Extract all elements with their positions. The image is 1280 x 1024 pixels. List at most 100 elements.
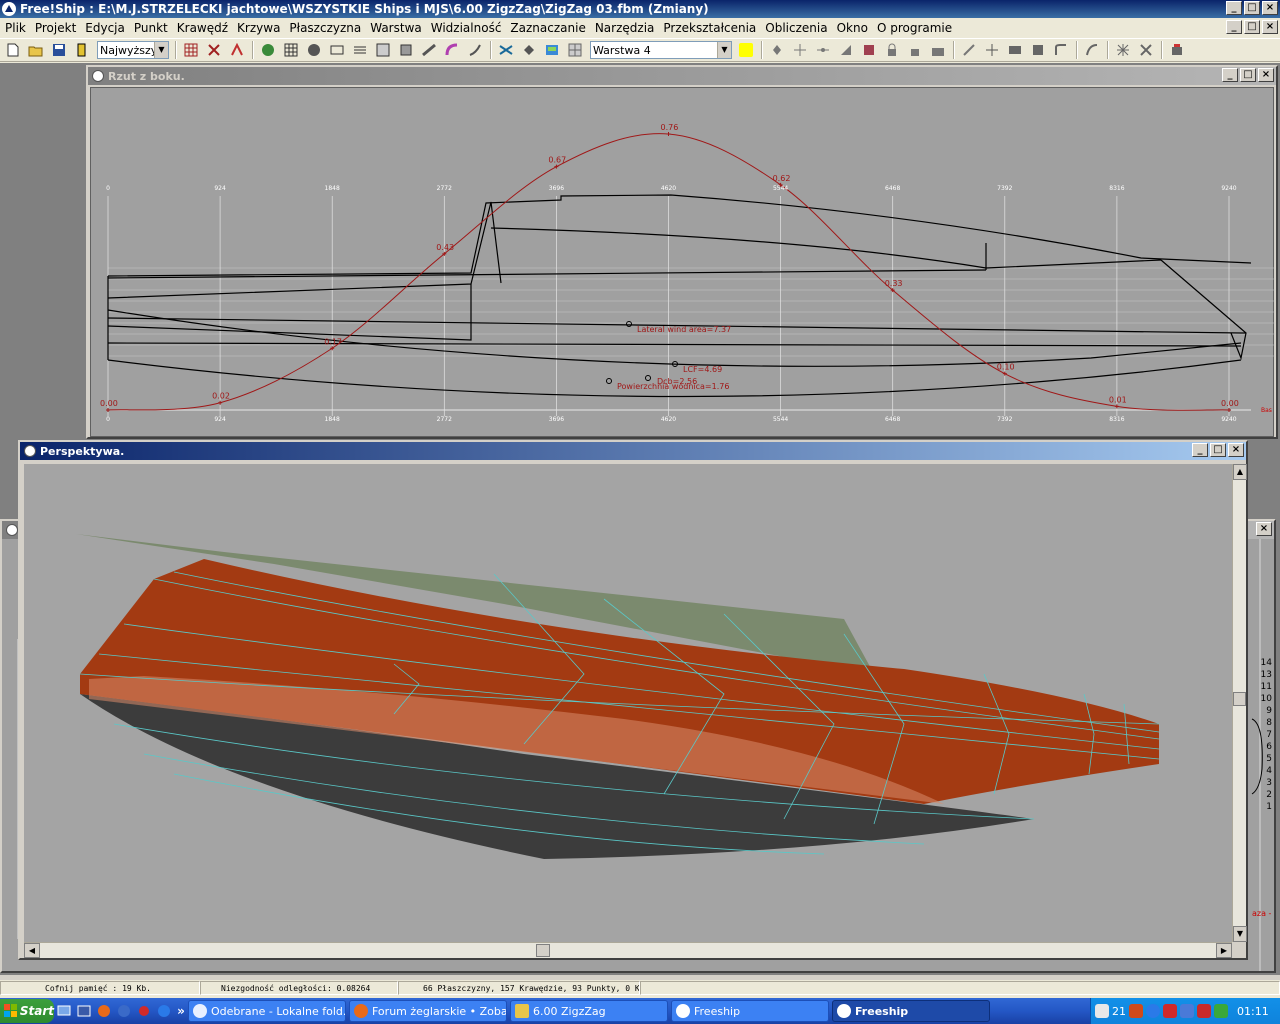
- intersect-icon[interactable]: [981, 40, 1003, 60]
- layer-list-icon[interactable]: [564, 40, 586, 60]
- active-layer-icon[interactable]: [541, 40, 563, 60]
- shade-icon[interactable]: [257, 40, 279, 60]
- waterlines-icon[interactable]: [349, 40, 371, 60]
- side-view-window[interactable]: Rzut z boku. _ □ × 0.00 0.02 0.17 0.43 0…: [86, 65, 1278, 439]
- menu-o-programie[interactable]: O programie: [872, 21, 956, 35]
- close-button[interactable]: ×: [1256, 522, 1272, 536]
- scroll-down-icon[interactable]: ▼: [1233, 926, 1247, 942]
- crease-icon[interactable]: [1050, 40, 1072, 60]
- save-icon[interactable]: [48, 40, 70, 60]
- menu-plaszczyzna[interactable]: Płaszczyzna: [284, 21, 365, 35]
- menu-plik[interactable]: Plik: [0, 21, 30, 35]
- menu-krzywa[interactable]: Krzywa: [232, 21, 284, 35]
- close-button[interactable]: ×: [1228, 443, 1244, 457]
- horizontal-scrollbar[interactable]: ◀ ▶: [24, 942, 1232, 958]
- new-face-icon[interactable]: [1004, 40, 1026, 60]
- connection-icon[interactable]: [1180, 1004, 1194, 1018]
- collapse-point-icon[interactable]: [812, 40, 834, 60]
- menu-okno[interactable]: Okno: [832, 21, 872, 35]
- scroll-thumb[interactable]: [536, 944, 550, 957]
- maximize-button[interactable]: □: [1240, 68, 1256, 82]
- security-icon[interactable]: [1197, 1004, 1211, 1018]
- control-net-icon[interactable]: [180, 40, 202, 60]
- precision-select[interactable]: Najwyższy ▼: [97, 41, 169, 59]
- close-button[interactable]: ×: [1258, 68, 1274, 82]
- layer-visibility-icon[interactable]: [495, 40, 517, 60]
- start-button[interactable]: Start: [0, 999, 54, 1023]
- menu-narzedzia[interactable]: Narzędzia: [590, 21, 659, 35]
- maximize-button[interactable]: □: [1244, 1, 1260, 15]
- thunderbird-icon[interactable]: [114, 1001, 134, 1021]
- curve-icon[interactable]: [464, 40, 486, 60]
- menu-krawedz[interactable]: Krawędź: [172, 21, 232, 35]
- markers-icon[interactable]: [441, 40, 463, 60]
- chevron-down-icon[interactable]: ▼: [154, 42, 168, 58]
- menu-punkt[interactable]: Punkt: [129, 21, 172, 35]
- menu-warstwa[interactable]: Warstwa: [365, 21, 426, 35]
- scroll-left-icon[interactable]: ◀: [24, 943, 40, 958]
- scroll-up-icon[interactable]: ▲: [1233, 464, 1247, 480]
- minimize-button[interactable]: _: [1226, 1, 1242, 15]
- side-view-viewport[interactable]: 0.00 0.02 0.17 0.43 0.67 0.76 0.62 0.33 0.10 0.01…: [90, 87, 1275, 437]
- show-desktop-icon[interactable]: [54, 1001, 74, 1021]
- task-outlook[interactable]: Odebrane - Lokalne fold...: [188, 1000, 346, 1022]
- layer-properties-icon[interactable]: [518, 40, 540, 60]
- curve-tool-icon[interactable]: [1081, 40, 1103, 60]
- scroll-right-icon[interactable]: ▶: [1216, 943, 1232, 958]
- perspective-viewport[interactable]: [24, 464, 1232, 942]
- menu-edycja[interactable]: Edycja: [80, 21, 129, 35]
- scroll-thumb[interactable]: [1233, 692, 1246, 706]
- buttocks-icon[interactable]: [326, 40, 348, 60]
- insert-plane-icon[interactable]: [958, 40, 980, 60]
- perspective-window[interactable]: Perspektywa. _ □ × ◀ ▶ ▲ ▼: [18, 440, 1248, 960]
- menu-projekt[interactable]: Projekt: [30, 21, 80, 35]
- layer-color-swatch[interactable]: [735, 40, 757, 60]
- interior-edges-icon[interactable]: [203, 40, 225, 60]
- task-folder[interactable]: 6.00 ZigzZag: [510, 1000, 668, 1022]
- diagonals-icon[interactable]: [372, 40, 394, 60]
- new-file-icon[interactable]: [2, 40, 24, 60]
- network-icon[interactable]: [1129, 1004, 1143, 1018]
- curvature-icon[interactable]: [226, 40, 248, 60]
- flip-icon[interactable]: [1027, 40, 1049, 60]
- update-icon[interactable]: [1146, 1004, 1160, 1018]
- media-icon[interactable]: [154, 1001, 174, 1021]
- mdi-minimize-button[interactable]: _: [1226, 20, 1242, 34]
- extrude-icon[interactable]: [835, 40, 857, 60]
- chevron-down-icon[interactable]: ▼: [717, 42, 731, 58]
- mdi-close-button[interactable]: ×: [1262, 20, 1278, 34]
- layer-select[interactable]: Warstwa 4 ▼: [590, 41, 732, 59]
- task-forum[interactable]: Forum żeglarskie • Zobac...: [349, 1000, 507, 1022]
- quicklaunch-overflow-button[interactable]: »: [174, 1001, 188, 1021]
- task-freeship-2[interactable]: Freeship: [832, 1000, 990, 1022]
- stations-icon[interactable]: [303, 40, 325, 60]
- maximize-button[interactable]: □: [1210, 443, 1226, 457]
- export-icon[interactable]: [71, 40, 93, 60]
- explorer-icon[interactable]: [74, 1001, 94, 1021]
- task-freeship-1[interactable]: Freeship: [671, 1000, 829, 1022]
- menu-przeksztalcenia[interactable]: Przekształcenia: [658, 21, 760, 35]
- vertical-scrollbar[interactable]: ▲ ▼: [1232, 464, 1247, 942]
- split-edge-icon[interactable]: [858, 40, 880, 60]
- word-icon[interactable]: [1095, 1004, 1109, 1018]
- preferences-icon[interactable]: [1166, 40, 1188, 60]
- menu-zaznaczanie[interactable]: Zaznaczanie: [505, 21, 589, 35]
- add-point-icon[interactable]: [766, 40, 788, 60]
- grid-icon[interactable]: [280, 40, 302, 60]
- minimize-button[interactable]: _: [1222, 68, 1238, 82]
- minimize-button[interactable]: _: [1192, 443, 1208, 457]
- menu-widzialnosc[interactable]: Widzialność: [426, 21, 506, 35]
- menu-obliczenia[interactable]: Obliczenia: [760, 21, 831, 35]
- gear-icon[interactable]: [134, 1001, 154, 1021]
- mdi-restore-button[interactable]: □: [1244, 20, 1260, 34]
- unlock-icon[interactable]: [904, 40, 926, 60]
- open-folder-icon[interactable]: [25, 40, 47, 60]
- antivirus-icon[interactable]: [1163, 1004, 1177, 1018]
- flowlines-icon[interactable]: [418, 40, 440, 60]
- lock-icon[interactable]: [881, 40, 903, 60]
- firefox-icon[interactable]: [94, 1001, 114, 1021]
- volume-icon[interactable]: [1214, 1004, 1228, 1018]
- hydrostatics-icon[interactable]: [395, 40, 417, 60]
- move-point-icon[interactable]: [789, 40, 811, 60]
- unlock-all-icon[interactable]: [927, 40, 949, 60]
